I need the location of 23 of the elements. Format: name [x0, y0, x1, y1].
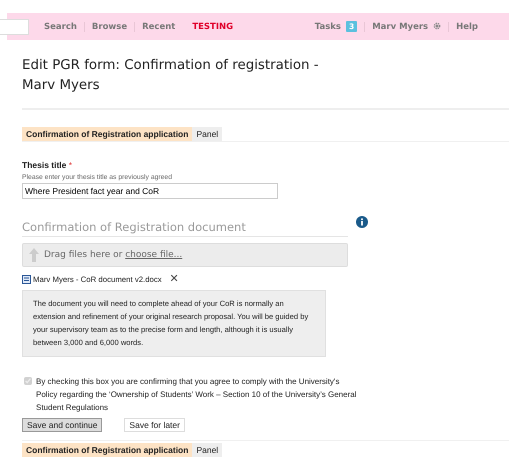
- form-tab[interactable]: Confirmation of Registration application: [22, 127, 192, 141]
- user-name: Marv Myers: [372, 22, 428, 32]
- info-icon[interactable]: [356, 216, 368, 228]
- section-heading: Confirmation of Registration document: [22, 216, 348, 237]
- drop-hint: Drag files here or choose file...: [44, 250, 182, 260]
- thesis-title-field[interactable]: Where President fact year and CoR: [22, 183, 278, 199]
- save-later-button[interactable]: Save for later: [124, 418, 185, 432]
- environment-label: TESTING: [191, 22, 234, 32]
- choose-file-link[interactable]: choose file...: [125, 250, 182, 260]
- tasks-label: Tasks: [314, 22, 341, 32]
- agreement-text: By checking this box you are confirming that you agree to comply with the University's Policy regarding the ‘Ownership of Students’ Work – Section 10 of the University’s General Student Regulations: [36, 376, 358, 414]
- form-tab[interactable]: Panel: [192, 127, 222, 141]
- upload-arrow-icon: [29, 248, 39, 262]
- save-continue-button[interactable]: Save and continue: [22, 418, 102, 432]
- gear-icon: [433, 22, 442, 30]
- file-drop-zone[interactable]: Drag files here or choose file...: [22, 243, 348, 267]
- page-title: Edit PGR form: Confirmation of registration - Marv Myers: [22, 57, 320, 95]
- form-tab[interactable]: Confirmation of Registration application: [22, 443, 192, 457]
- document-icon: [22, 275, 31, 284]
- form-tab[interactable]: Panel: [192, 443, 222, 457]
- remove-file-button[interactable]: ✕: [170, 274, 179, 285]
- field-label: Thesis title *: [22, 160, 74, 170]
- search-field[interactable]: [0, 18, 29, 34]
